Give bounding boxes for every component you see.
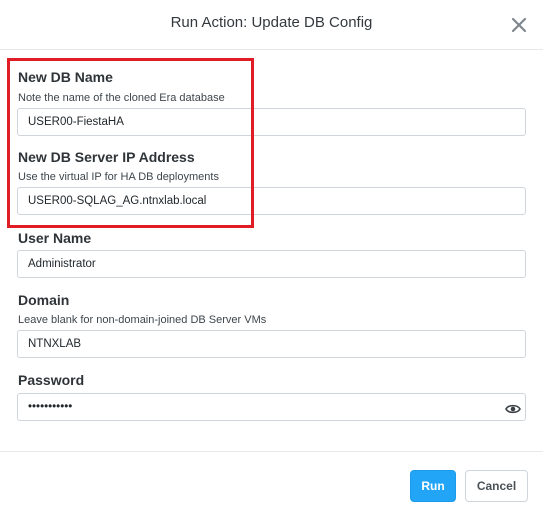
password-input[interactable]: [17, 393, 526, 421]
dialog-footer: Run Cancel: [0, 451, 543, 514]
db-server-ip-input[interactable]: [17, 187, 526, 215]
close-button[interactable]: [508, 14, 530, 36]
db-server-ip-help: Use the virtual IP for HA DB deployments: [18, 171, 219, 183]
cancel-button[interactable]: Cancel: [465, 470, 528, 502]
domain-input[interactable]: [17, 330, 526, 358]
eye-icon: [505, 404, 521, 414]
close-icon: [511, 17, 527, 33]
dialog-title: Run Action: Update DB Config: [170, 14, 373, 31]
run-action-dialog: Run Action: Update DB Config New DB Name…: [0, 0, 543, 513]
password-label: Password: [18, 372, 85, 388]
user-name-input[interactable]: [17, 250, 526, 278]
run-button[interactable]: Run: [410, 470, 456, 502]
db-name-label: New DB Name: [18, 69, 113, 85]
domain-help: Leave blank for non-domain-joined DB Ser…: [18, 314, 267, 326]
show-password-toggle[interactable]: [505, 402, 521, 414]
domain-label: Domain: [18, 292, 70, 308]
user-name-label: User Name: [18, 230, 92, 246]
db-server-ip-label: New DB Server IP Address: [18, 149, 195, 165]
dialog-header: Run Action: Update DB Config: [0, 0, 543, 50]
db-name-input[interactable]: [17, 108, 526, 136]
db-name-help: Note the name of the cloned Era database: [18, 92, 225, 104]
